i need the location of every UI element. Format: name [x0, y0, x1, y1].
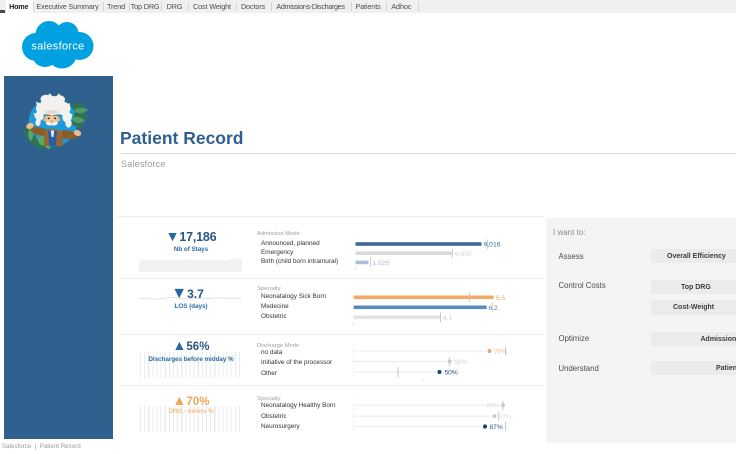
svg-text:6.5: 6.5	[496, 295, 505, 302]
svg-text:6.2: 6.2	[489, 305, 498, 312]
svg-text:50%: 50%	[445, 369, 458, 376]
svg-text:9,016: 9,016	[484, 242, 501, 249]
svg-text:salesforce: salesforce	[31, 41, 84, 53]
svg-text:6,950: 6,950	[455, 251, 472, 258]
svg-text:92%: 92%	[498, 414, 511, 421]
svg-text:1,025: 1,025	[373, 260, 390, 267]
svg-text:4.1: 4.1	[443, 315, 452, 322]
svg-text:87%: 87%	[490, 424, 503, 431]
svg-text:56%: 56%	[454, 359, 467, 366]
svg-text:98%: 98%	[487, 403, 500, 410]
